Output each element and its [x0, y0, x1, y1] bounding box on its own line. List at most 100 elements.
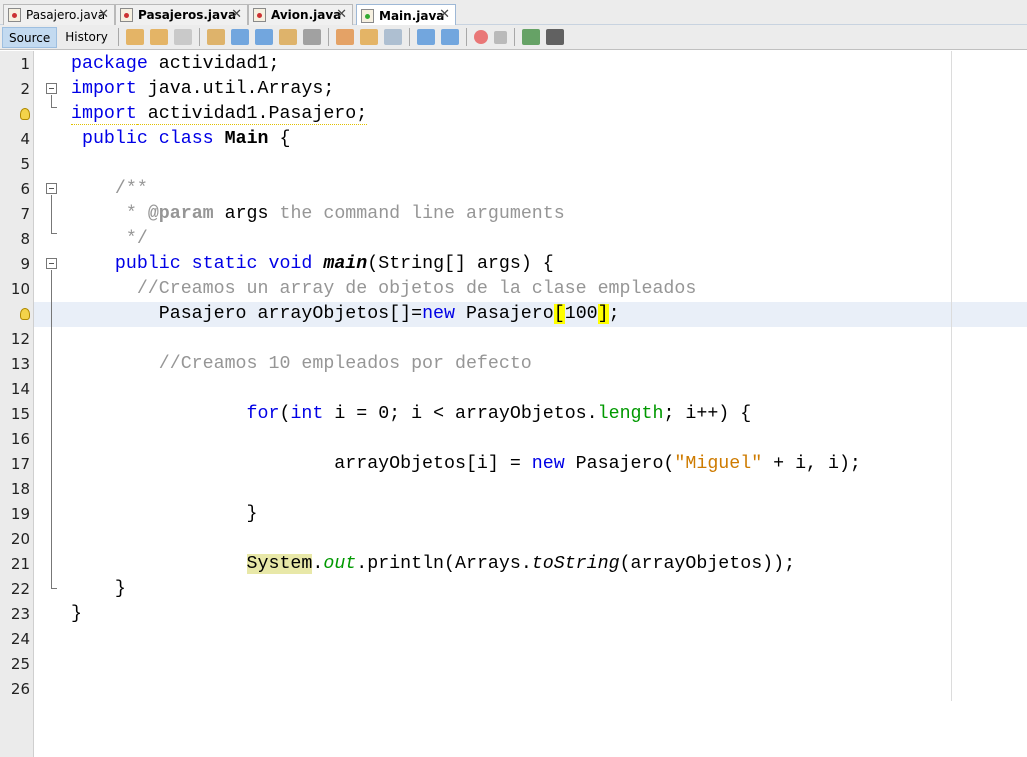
fold-imports-toggle[interactable] — [46, 83, 57, 94]
shift-right-icon[interactable] — [440, 29, 459, 45]
fold-javadoc-toggle[interactable] — [46, 183, 57, 194]
find-icon[interactable] — [206, 29, 225, 45]
code-token: out — [323, 554, 357, 574]
code-token: "Miguel" — [674, 454, 763, 474]
source-tab[interactable]: Source — [2, 26, 58, 48]
shift-left-icon[interactable] — [416, 29, 435, 45]
code-token: for — [246, 404, 280, 424]
comment-icon[interactable] — [521, 29, 540, 45]
toggle-bookmark-icon[interactable] — [383, 29, 402, 45]
code-token: [ — [553, 304, 565, 324]
code-text: arrayObjetos[i] = new Pasajero("Miguel" … — [71, 452, 861, 477]
fold-end — [51, 233, 57, 234]
code-text: import java.util.Arrays; — [71, 77, 334, 102]
java-file-icon — [361, 8, 374, 23]
divider — [408, 28, 410, 46]
code-editor[interactable]: package actividad1; import java.util.Arra… — [34, 51, 1027, 757]
code-line: } — [34, 502, 1027, 527]
stop-macro-icon[interactable] — [493, 30, 507, 44]
code-line: */ — [34, 227, 1027, 252]
tab-label: Main.java — [379, 8, 445, 23]
code-line: //Creamos 10 empleados por defecto — [34, 352, 1027, 377]
find-next-icon[interactable] — [254, 29, 273, 45]
uncomment-icon[interactable] — [545, 29, 564, 45]
line-number: 6 — [20, 180, 30, 198]
fold-margin — [34, 51, 71, 757]
code-token: length — [597, 404, 664, 424]
close-tab-icon[interactable]: ✕ — [98, 7, 109, 22]
code-token: java.util.Arrays; — [136, 79, 335, 99]
history-tab[interactable]: History — [59, 27, 114, 48]
close-tab-icon[interactable]: ✕ — [336, 7, 347, 22]
fold-method-toggle[interactable] — [46, 258, 57, 269]
line-number: 20 — [10, 530, 30, 548]
next-bookmark-icon[interactable] — [359, 29, 378, 45]
toggle-highlight-icon[interactable] — [278, 29, 297, 45]
java-file-icon — [8, 8, 21, 22]
forward-icon[interactable] — [173, 29, 192, 45]
code-token: main — [323, 254, 368, 274]
line-number: 24 — [10, 630, 30, 648]
code-token: ( — [279, 404, 291, 424]
line-number: 13 — [10, 355, 30, 373]
fold-end — [51, 588, 57, 589]
code-text: /** — [71, 177, 148, 202]
tab-pasajeros-java[interactable]: Pasajeros.java ✕ — [115, 4, 248, 25]
code-text: public static void main(String[] args) { — [71, 252, 554, 277]
code-token: int — [290, 404, 324, 424]
code-token: package — [71, 54, 148, 74]
java-file-icon — [253, 8, 266, 22]
find-previous-icon[interactable] — [230, 29, 249, 45]
code-line: import actividad1.Pasajero; — [34, 102, 1027, 127]
code-token: toString — [531, 554, 620, 574]
tab-pasajero-java[interactable]: Pasajero.java ✕ — [3, 4, 115, 25]
tab-main-java[interactable]: Main.java ✕ — [356, 4, 456, 26]
line-number: 4 — [20, 130, 30, 148]
toggle-rect-selection-icon[interactable] — [302, 29, 321, 45]
code-token: Pasajero arrayObjetos[]= — [71, 304, 423, 324]
close-tab-icon[interactable]: ✕ — [439, 7, 450, 22]
fold-line — [51, 195, 52, 233]
code-token: new — [422, 304, 455, 324]
code-text: public class Main { — [71, 127, 291, 152]
code-text: //Creamos 10 empleados por defecto — [71, 352, 532, 377]
start-macro-icon[interactable] — [473, 30, 488, 44]
back-icon[interactable] — [149, 29, 168, 45]
close-tab-icon[interactable]: ✕ — [231, 7, 242, 22]
code-token: //Creamos un array de objetos de la clas… — [136, 279, 697, 299]
last-edit-icon[interactable] — [125, 29, 144, 45]
hint-bulb-icon[interactable] — [20, 308, 30, 320]
tab-avion-java[interactable]: Avion.java ✕ — [248, 4, 353, 25]
line-number: 26 — [10, 680, 30, 698]
editor-toolbar: Source History — [0, 25, 1027, 50]
warning-hint-icon[interactable] — [20, 108, 30, 120]
code-token: System — [246, 554, 313, 574]
code-token: ; — [608, 304, 620, 324]
code-token: the command line arguments — [268, 204, 565, 224]
code-text: } — [71, 602, 82, 627]
previous-bookmark-icon[interactable] — [335, 29, 354, 45]
code-line: /** — [34, 177, 1027, 202]
tab-label: Pasajeros.java — [138, 8, 237, 22]
right-margin-line — [951, 51, 952, 701]
code-token: actividad1; — [147, 54, 280, 74]
divider — [198, 28, 200, 46]
line-number: 9 — [20, 255, 30, 273]
line-number: 14 — [10, 380, 30, 398]
code-token: Pasajero( — [564, 454, 675, 474]
code-token: .println(Arrays. — [356, 554, 532, 574]
line-number: 8 — [20, 230, 30, 248]
code-token: } — [71, 504, 258, 524]
line-number: 19 — [10, 505, 30, 523]
code-line: for(int i = 0; i < arrayObjetos.length; … — [34, 402, 1027, 427]
code-text: import actividad1.Pasajero; — [71, 102, 368, 127]
